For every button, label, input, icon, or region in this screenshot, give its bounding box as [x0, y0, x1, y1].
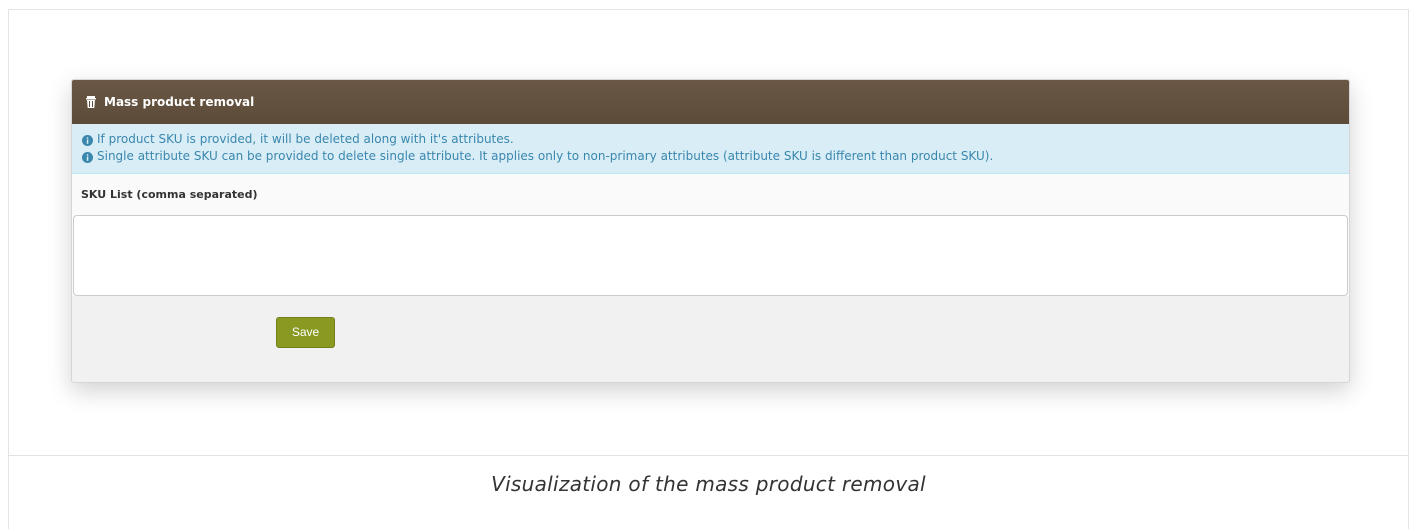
- info-circle-icon: [82, 134, 93, 146]
- panel-header: Mass product removal: [72, 80, 1349, 124]
- figure-caption: Visualization of the mass product remova…: [491, 472, 926, 496]
- sku-list-label: SKU List (comma separated): [81, 188, 258, 201]
- info-line: If product SKU is provided, it will be d…: [82, 131, 1339, 148]
- info-text: Single attribute SKU can be provided to …: [97, 149, 994, 163]
- figure: Mass product removal If product SKU is p…: [8, 9, 1409, 529]
- panel-footer: Save: [72, 296, 1349, 368]
- panel-title: Mass product removal: [104, 95, 255, 109]
- info-alert: If product SKU is provided, it will be d…: [72, 124, 1349, 174]
- sku-list-textarea[interactable]: [73, 215, 1348, 296]
- sku-textarea-wrapper: [72, 215, 1349, 296]
- info-line: Single attribute SKU can be provided to …: [82, 148, 1339, 165]
- mass-removal-panel: Mass product removal If product SKU is p…: [71, 79, 1350, 383]
- trash-icon: [84, 95, 98, 109]
- screenshot-area: Mass product removal If product SKU is p…: [9, 10, 1408, 456]
- save-button[interactable]: Save: [276, 316, 335, 348]
- sku-list-label-row: SKU List (comma separated): [72, 174, 1349, 215]
- info-text: If product SKU is provided, it will be d…: [97, 132, 514, 146]
- info-circle-icon: [82, 151, 93, 163]
